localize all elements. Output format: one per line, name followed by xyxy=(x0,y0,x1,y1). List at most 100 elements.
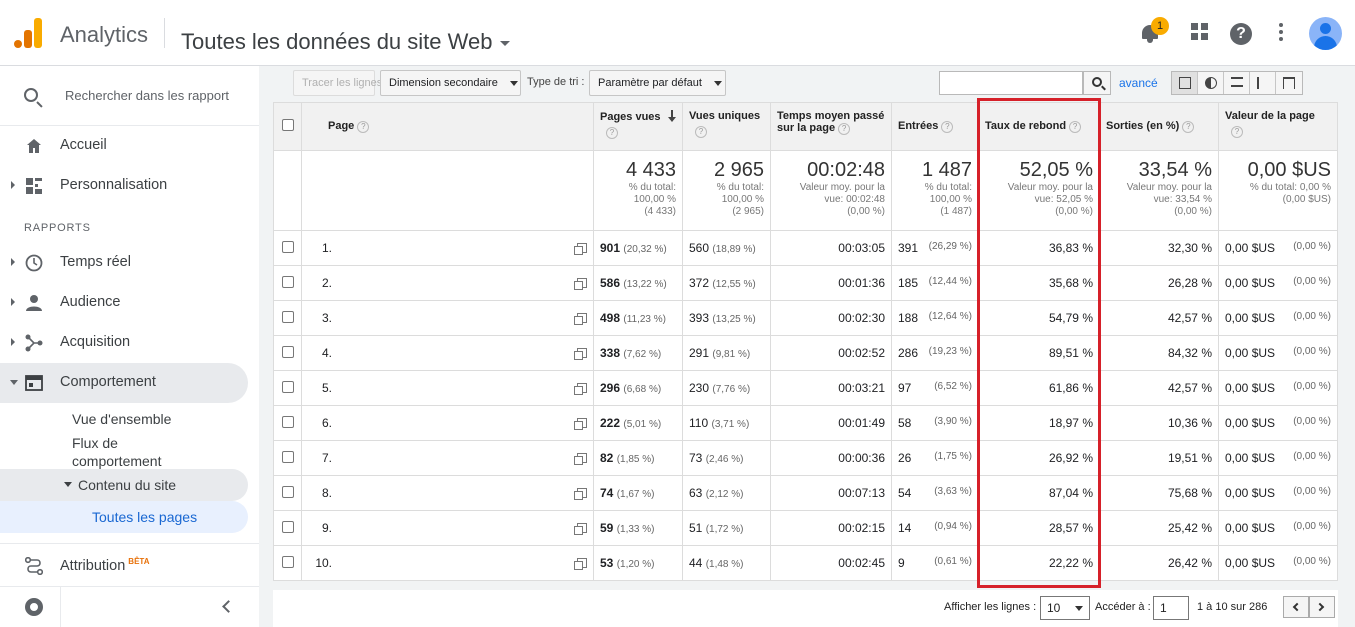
help-icon[interactable]: ? xyxy=(838,123,851,135)
open-external-icon[interactable] xyxy=(574,383,587,395)
prev-page-button[interactable] xyxy=(1283,596,1309,618)
sidebar-item-overview[interactable]: Vue d'ensemble xyxy=(72,411,171,427)
sidebar-item-site-content[interactable]: Contenu du site xyxy=(0,469,248,501)
row-checkbox[interactable] xyxy=(281,520,294,533)
help-icon[interactable]: ? xyxy=(1182,121,1195,133)
page-cell[interactable]: 4. xyxy=(301,335,594,371)
table-row[interactable]: 8. 74 (1,67 %) 63 (2,12 %) 00:07:13 54 (3,63… xyxy=(273,475,1338,511)
open-external-icon[interactable] xyxy=(574,348,587,360)
header-unique-views[interactable]: Vues uniques? xyxy=(682,102,771,151)
sidebar-item-customization[interactable]: Personnalisation xyxy=(0,166,248,206)
page-cell[interactable]: 9. xyxy=(301,510,594,546)
analytics-logo-icon[interactable] xyxy=(14,18,44,48)
more-vert-icon[interactable] xyxy=(1277,20,1301,44)
table-view-icon[interactable] xyxy=(1172,72,1198,94)
sidebar-item-home[interactable]: Accueil xyxy=(0,126,248,166)
advanced-filter-link[interactable]: avancé xyxy=(1119,76,1158,90)
sort-type-dropdown[interactable]: Paramètre par défaut xyxy=(589,70,726,96)
sidebar-item-behavior-flow[interactable]: Flux de comportement xyxy=(72,435,161,469)
next-page-button[interactable] xyxy=(1309,596,1335,618)
sidebar-item-all-pages[interactable]: Toutes les pages xyxy=(0,501,248,533)
open-external-icon[interactable] xyxy=(574,313,587,325)
unique-views-value: 372 xyxy=(689,276,710,290)
header-avg-time[interactable]: Temps moyen passé sur la page? xyxy=(770,102,892,151)
page-cell[interactable]: 2. xyxy=(301,265,594,301)
apps-grid-icon[interactable] xyxy=(1188,20,1212,44)
page-cell[interactable]: 10. xyxy=(301,545,594,581)
bounce-rate-value: 87,04 % xyxy=(1048,486,1093,500)
comparison-view-icon[interactable] xyxy=(1250,72,1276,94)
goto-input[interactable]: 1 xyxy=(1153,596,1189,620)
open-external-icon[interactable] xyxy=(574,453,587,465)
table-row[interactable]: 9. 59 (1,33 %) 51 (1,72 %) 00:02:15 14 (0,94… xyxy=(273,510,1338,546)
header-entrances[interactable]: Entrées? xyxy=(891,102,979,151)
sidebar-item-audience[interactable]: Audience xyxy=(0,283,248,323)
header-page[interactable]: Page? xyxy=(301,102,594,151)
row-checkbox[interactable] xyxy=(281,380,294,393)
page-cell[interactable]: 3. xyxy=(301,300,594,336)
row-checkbox[interactable] xyxy=(281,275,294,288)
secondary-dimension-dropdown[interactable]: Dimension secondaire xyxy=(380,70,521,96)
page-cell[interactable]: 8. xyxy=(301,475,594,511)
bounce-rate-value: 36,83 % xyxy=(1048,241,1093,255)
page-cell[interactable]: 1. xyxy=(301,230,594,266)
row-checkbox[interactable] xyxy=(281,485,294,498)
table-row[interactable]: 1. 901 (20,32 %) 560 (18,89 %) 00:03:05 391 … xyxy=(273,230,1338,266)
row-checkbox[interactable] xyxy=(281,240,294,253)
help-icon[interactable]: ? xyxy=(1231,126,1243,138)
page-value-cell: 0,00 $US (0,00 %) xyxy=(1218,335,1338,371)
row-checkbox[interactable] xyxy=(281,310,294,323)
pivot-view-icon[interactable] xyxy=(1276,72,1302,94)
table-search-button[interactable] xyxy=(1083,71,1111,95)
table-filter-input[interactable] xyxy=(939,71,1083,95)
notifications-bell-icon[interactable]: 1 xyxy=(1138,17,1169,44)
select-all-checkbox[interactable] xyxy=(281,119,294,131)
help-icon[interactable]: ? xyxy=(1069,121,1082,133)
table-row[interactable]: 2. 586 (13,22 %) 372 (12,55 %) 00:01:36 185 … xyxy=(273,265,1338,301)
open-external-icon[interactable] xyxy=(574,523,587,535)
table-row[interactable]: 7. 82 (1,85 %) 73 (2,46 %) 00:00:36 26 (1,75… xyxy=(273,440,1338,476)
table-row[interactable]: 10. 53 (1,20 %) 44 (1,48 %) 00:02:45 9 (0,61… xyxy=(273,545,1338,581)
gear-icon[interactable] xyxy=(25,598,43,616)
row-checkbox[interactable] xyxy=(281,345,294,358)
sidebar-item-behavior[interactable]: Comportement xyxy=(0,363,248,403)
sidebar-item-realtime[interactable]: Temps réel xyxy=(0,243,248,283)
show-rows-select[interactable]: 10 xyxy=(1040,596,1090,620)
table-row[interactable]: 4. 338 (7,62 %) 291 (9,81 %) 00:02:52 286 (1… xyxy=(273,335,1338,371)
performance-view-icon[interactable] xyxy=(1224,72,1250,94)
show-rows-label: Afficher les lignes : xyxy=(944,601,1037,613)
report-search-input[interactable]: Rechercher dans les rapport xyxy=(65,88,229,103)
open-external-icon[interactable] xyxy=(574,558,587,570)
report-search[interactable]: Rechercher dans les rapport xyxy=(0,66,259,126)
plot-rows-button[interactable]: Tracer les lignes xyxy=(293,70,382,96)
table-row[interactable]: 3. 498 (11,23 %) 393 (13,25 %) 00:02:30 188 … xyxy=(273,300,1338,336)
property-selector[interactable]: Toutes les données du site Web xyxy=(181,29,511,55)
sidebar-item-attribution[interactable]: Attribution BÊTA xyxy=(0,546,248,586)
header-exit-rate[interactable]: Sorties (en %)? xyxy=(1099,102,1219,151)
pie-view-icon[interactable] xyxy=(1198,72,1224,94)
row-checkbox[interactable] xyxy=(281,450,294,463)
avatar[interactable] xyxy=(1309,17,1342,50)
sidebar-item-acquisition[interactable]: Acquisition xyxy=(0,323,248,363)
row-checkbox[interactable] xyxy=(281,555,294,568)
help-icon[interactable]: ? xyxy=(941,121,954,133)
table-row[interactable]: 5. 296 (6,68 %) 230 (7,76 %) 00:03:21 97 (6,… xyxy=(273,370,1338,406)
open-external-icon[interactable] xyxy=(574,278,587,290)
row-checkbox[interactable] xyxy=(281,415,294,428)
help-icon[interactable]: ? xyxy=(1230,23,1252,45)
help-icon[interactable]: ? xyxy=(695,126,707,138)
open-external-icon[interactable] xyxy=(574,418,587,430)
header-bounce-rate[interactable]: Taux de rebond? xyxy=(978,102,1100,151)
table-row[interactable]: 6. 222 (5,01 %) 110 (3,71 %) 00:01:49 58 (3,… xyxy=(273,405,1338,441)
open-external-icon[interactable] xyxy=(574,488,587,500)
open-external-icon[interactable] xyxy=(574,243,587,255)
page-cell[interactable]: 5. xyxy=(301,370,594,406)
exit-rate-cell: 26,42 % xyxy=(1099,545,1219,581)
collapse-sidebar-icon[interactable] xyxy=(222,600,235,613)
header-page-value[interactable]: Valeur de la page? xyxy=(1218,102,1338,151)
help-icon[interactable]: ? xyxy=(357,121,370,133)
help-icon[interactable]: ? xyxy=(606,127,618,139)
header-pageviews[interactable]: Pages vues? xyxy=(593,102,683,151)
page-cell[interactable]: 7. xyxy=(301,440,594,476)
page-cell[interactable]: 6. xyxy=(301,405,594,441)
